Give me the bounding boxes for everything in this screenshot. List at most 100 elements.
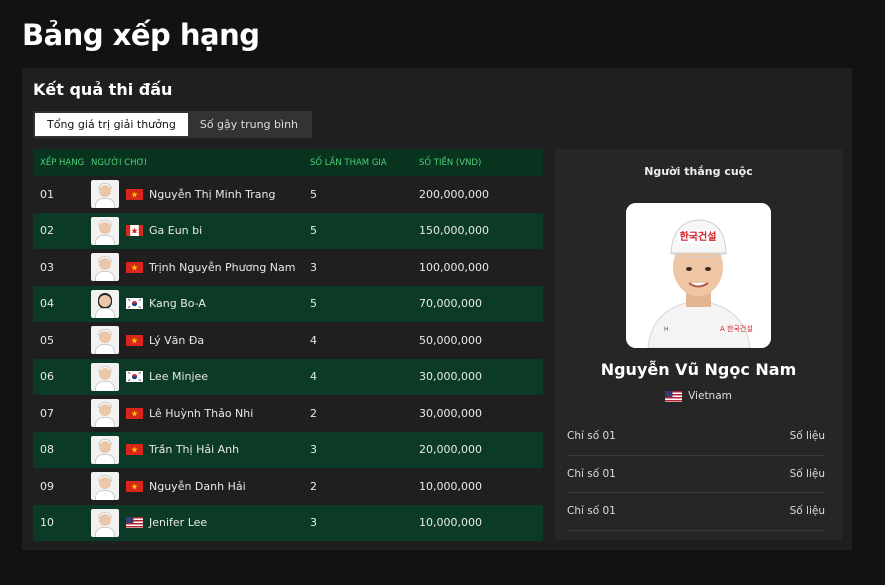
times-cell: 2 <box>310 406 317 420</box>
stat-label: Chỉ số 01 <box>567 430 616 443</box>
table-row[interactable]: 07 Lê Huỳnh Thảo Nhi 2 30,000,000 <box>33 395 543 432</box>
stat-value: Số liệu <box>789 467 825 480</box>
table-row[interactable]: 01 Nguyễn Thị Minh Trang 5 200,000,000 <box>33 176 543 213</box>
table-row[interactable]: 05 Lý Văn Đa 4 50,000,000 <box>33 322 543 359</box>
player-cell: Lê Huỳnh Thảo Nhi <box>91 399 310 428</box>
player-name[interactable]: Lê Huỳnh Thảo Nhi <box>149 407 253 420</box>
vietnam-flag-icon <box>126 188 143 200</box>
rank-cell: 10 <box>40 516 54 530</box>
tab-total-prize[interactable]: Tổng giá trị giải thưởng <box>35 113 188 136</box>
player-name[interactable]: Trần Thị Hải Anh <box>149 443 239 456</box>
player-avatar <box>91 216 119 245</box>
money-cell: 30,000,000 <box>419 370 482 384</box>
player-name[interactable]: Lee Minjee <box>149 370 208 383</box>
money-cell: 70,000,000 <box>419 297 482 311</box>
canada-flag-icon <box>126 225 143 237</box>
player-avatar <box>91 362 119 391</box>
times-cell: 3 <box>310 516 317 530</box>
vietnam-flag-icon <box>126 334 143 346</box>
table-row[interactable]: 02 Ga Eun bi 5 150,000,000 <box>33 212 543 249</box>
rank-cell: 04 <box>40 297 54 311</box>
rank-cell: 02 <box>40 224 54 238</box>
times-cell: 5 <box>310 187 317 201</box>
winner-title: Người thắng cuộc <box>644 165 753 178</box>
player-avatar <box>91 253 119 282</box>
table-row[interactable]: 08 Trần Thị Hải Anh 3 20,000,000 <box>33 431 543 468</box>
svg-text:A 한국건설: A 한국건설 <box>720 324 753 333</box>
svg-text:한국건설: 한국건설 <box>680 230 717 243</box>
winner-country-label: Vietnam <box>688 390 732 402</box>
money-cell: 50,000,000 <box>419 333 482 347</box>
player-name[interactable]: Nguyễn Danh Hải <box>149 480 246 493</box>
ranking-table: Xếp hạng Người chơi Số lần tham gia Số t… <box>33 149 543 541</box>
table-body: 01 Nguyễn Thị Minh Trang 5 200,000,000 02 Ga … <box>33 176 543 541</box>
korea-flag-icon <box>126 298 143 310</box>
player-cell: Ga Eun bi <box>91 216 310 245</box>
table-row[interactable]: 06 Lee Minjee 4 30,000,000 <box>33 358 543 395</box>
us-flag-icon <box>126 517 143 529</box>
player-cell: Lý Văn Đa <box>91 326 310 355</box>
player-name[interactable]: Lý Văn Đa <box>149 334 204 347</box>
rank-cell: 07 <box>40 406 54 420</box>
header-times: Số lần tham gia <box>310 157 387 168</box>
stat-label: Chỉ số 01 <box>567 505 616 518</box>
korea-flag-icon <box>126 371 143 383</box>
winner-panel: Người thắng cuộc 한국건설 A 한국건설 H Nguyễn Vũ… <box>555 149 842 540</box>
table-header: Xếp hạng Người chơi Số lần tham gia Số t… <box>33 149 543 176</box>
winner-photo: 한국건설 A 한국건설 H <box>626 203 771 348</box>
money-cell: 100,000,000 <box>419 260 489 274</box>
player-avatar <box>91 289 119 318</box>
player-cell: Lee Minjee <box>91 362 310 391</box>
player-name[interactable]: Nguyễn Thị Minh Trang <box>149 188 275 201</box>
money-cell: 10,000,000 <box>419 516 482 530</box>
times-cell: 4 <box>310 333 317 347</box>
player-cell: Nguyễn Danh Hải <box>91 472 310 501</box>
page-title: Bảng xếp hạng <box>22 18 260 52</box>
player-cell: Nguyễn Thị Minh Trang <box>91 180 310 209</box>
rank-cell: 09 <box>40 479 54 493</box>
rank-cell: 03 <box>40 260 54 274</box>
player-name[interactable]: Kang Bo-A <box>149 297 206 310</box>
rank-cell: 06 <box>40 370 54 384</box>
stat-row: Chỉ số 01 Số liệu <box>567 493 825 531</box>
winner-country: Vietnam <box>555 390 842 402</box>
tab-bar: Tổng giá trị giải thưởng Số gậy trung bì… <box>33 111 313 138</box>
rank-cell: 08 <box>40 443 54 457</box>
table-row[interactable]: 09 Nguyễn Danh Hải 2 10,000,000 <box>33 468 543 505</box>
header-player: Người chơi <box>91 157 147 168</box>
stat-value: Số liệu <box>789 505 825 518</box>
player-avatar <box>91 435 119 464</box>
player-cell: Trịnh Nguyễn Phương Nam <box>91 253 310 282</box>
tab-average-strokes[interactable]: Số gậy trung bình <box>188 113 310 136</box>
results-card: Kết quả thi đấu Tổng giá trị giải thưởng… <box>22 68 852 550</box>
header-money: Số tiền (VND) <box>419 157 482 168</box>
player-cell: Trần Thị Hải Anh <box>91 435 310 464</box>
vietnam-flag-icon <box>126 480 143 492</box>
times-cell: 5 <box>310 297 317 311</box>
us-flag-icon <box>665 390 683 402</box>
player-name[interactable]: Ga Eun bi <box>149 224 202 237</box>
stat-row: Chỉ số 01 Số liệu <box>567 418 825 456</box>
section-title: Kết quả thi đấu <box>33 80 173 99</box>
svg-text:H: H <box>664 326 669 333</box>
player-cell: Kang Bo-A <box>91 289 310 318</box>
money-cell: 30,000,000 <box>419 406 482 420</box>
winner-portrait-icon: 한국건설 A 한국건설 H <box>626 203 771 348</box>
player-name[interactable]: Jenifer Lee <box>149 516 207 529</box>
player-avatar <box>91 399 119 428</box>
table-row[interactable]: 10 Jenifer Lee 3 10,000,000 <box>33 504 543 541</box>
winner-stats: Chỉ số 01 Số liệu Chỉ số 01 Số liệu Chỉ … <box>567 418 825 531</box>
player-avatar <box>91 180 119 209</box>
stat-label: Chỉ số 01 <box>567 467 616 480</box>
vietnam-flag-icon <box>126 407 143 419</box>
times-cell: 5 <box>310 224 317 238</box>
times-cell: 2 <box>310 479 317 493</box>
rank-cell: 01 <box>40 187 54 201</box>
money-cell: 20,000,000 <box>419 443 482 457</box>
player-avatar <box>91 508 119 537</box>
stat-row: Chỉ số 01 Số liệu <box>567 456 825 493</box>
table-row[interactable]: 03 Trịnh Nguyễn Phương Nam 3 100,000,000 <box>33 249 543 286</box>
table-row[interactable]: 04 Kang Bo-A 5 70,000,000 <box>33 285 543 322</box>
player-name[interactable]: Trịnh Nguyễn Phương Nam <box>149 261 296 274</box>
vietnam-flag-icon <box>126 261 143 273</box>
